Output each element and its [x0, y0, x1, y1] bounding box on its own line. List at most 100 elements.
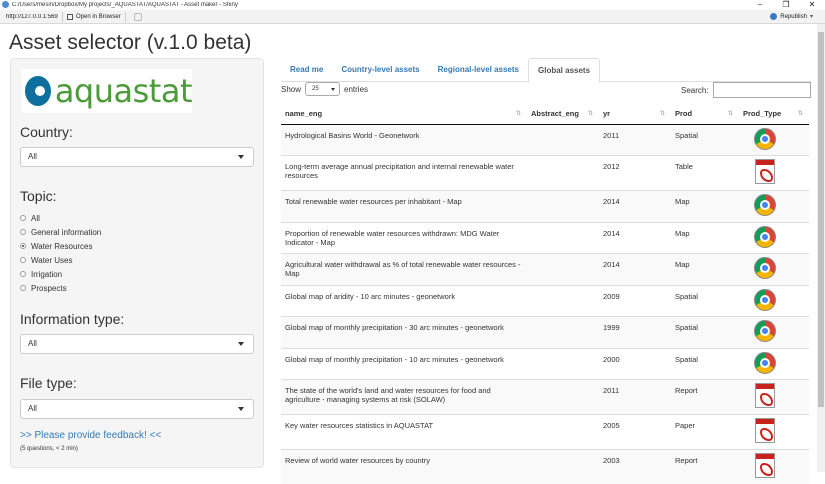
cell-abstract-eng	[527, 221, 599, 253]
table-row[interactable]: Long-term average annual precipitation a…	[281, 154, 809, 190]
republish-button[interactable]: Republish ▾	[770, 13, 813, 20]
radio-icon	[20, 271, 26, 277]
pdf-icon[interactable]	[755, 452, 775, 478]
file-type-select-value: All	[28, 404, 37, 413]
table-row[interactable]: Key water resources statistics in AQUAST…	[281, 413, 809, 449]
radio-label: All	[31, 213, 40, 223]
pdf-icon[interactable]	[755, 382, 775, 408]
page-length-control: Show 25 entries	[281, 82, 368, 96]
table-row[interactable]: Proportion of renewable water resources …	[281, 221, 809, 253]
search-input[interactable]	[712, 82, 811, 98]
topic-radio-general-information[interactable]: General information	[20, 225, 101, 239]
table-row[interactable]: Total renewable water resources per inha…	[281, 189, 809, 222]
column-header-prod[interactable]: Prod ⇅	[671, 104, 739, 125]
global-assets-table: name_eng ⇅ Abstract_eng ⇅ yr ⇅ Prod ⇅ Prod_T…	[281, 104, 809, 484]
file-type-label: File type:	[20, 375, 77, 391]
minimize-button[interactable]: –	[747, 0, 773, 9]
table-header-row: name_eng ⇅ Abstract_eng ⇅ yr ⇅ Prod ⇅ Prod_T…	[281, 104, 809, 125]
tab-regional-level-assets[interactable]: Regional-level assets	[429, 58, 528, 81]
radio-label: Water Uses	[31, 255, 73, 265]
logo-text: aquastat	[54, 72, 193, 110]
table-row[interactable]: Global map of monthly precipitation - 30…	[281, 315, 809, 348]
cell-yr: 2014	[599, 189, 671, 222]
tab-country-level-assets[interactable]: Country-level assets	[332, 58, 428, 81]
chrome-icon[interactable]	[754, 193, 776, 216]
chrome-icon[interactable]	[754, 319, 776, 342]
cell-prod: Paper	[671, 413, 739, 449]
pdf-icon[interactable]	[755, 158, 775, 184]
sort-icon: ⇅	[515, 111, 521, 117]
refresh-icon[interactable]	[133, 12, 142, 21]
cell-name-eng: Proportion of renewable water resources …	[281, 221, 527, 253]
cell-prod: Spatial	[671, 284, 739, 316]
cell-prod: Table	[671, 154, 739, 190]
show-label: Show	[281, 84, 302, 94]
caret-down-icon	[238, 407, 244, 411]
column-header-abstract-eng[interactable]: Abstract_eng ⇅	[527, 104, 599, 125]
url-label: http://127.0.0.1:5691	[6, 13, 58, 20]
table-search: Search:	[681, 82, 811, 98]
tab-read-me[interactable]: Read me	[281, 58, 332, 81]
information-type-select[interactable]: All	[20, 334, 254, 354]
rstudio-icon	[2, 1, 9, 8]
topic-radio-water-resources[interactable]: Water Resources	[20, 239, 101, 253]
country-select-value: All	[28, 152, 37, 161]
tab-global-assets[interactable]: Global assets	[528, 58, 601, 83]
pdf-icon[interactable]	[755, 417, 775, 443]
toolbar-divider	[124, 11, 126, 22]
feedback-link[interactable]: >> Please provide feedback! <<	[20, 430, 161, 441]
cell-yr: 2000	[599, 347, 671, 379]
sidebar-panel: aquastat Country: All Topic: All General…	[10, 58, 264, 468]
table-row[interactable]: Review of world water resources by count…	[281, 448, 809, 484]
republish-icon	[770, 13, 778, 20]
column-header-yr[interactable]: yr ⇅	[599, 104, 671, 125]
page-length-value: 25	[312, 86, 319, 92]
sort-icon: ⇅	[659, 111, 665, 117]
table-row[interactable]: Global map of monthly precipitation - 10…	[281, 347, 809, 379]
cell-yr: 2012	[599, 154, 671, 190]
cell-prod: Report	[671, 378, 739, 414]
open-in-browser-button[interactable]: Open in Browser	[67, 13, 121, 20]
topic-label: Topic:	[20, 188, 57, 204]
cell-prod: Map	[671, 252, 739, 285]
feedback-note: (5 questions, < 2 min)	[20, 446, 78, 452]
page-length-select[interactable]: 25	[305, 82, 341, 96]
chrome-icon[interactable]	[754, 351, 776, 374]
table-row[interactable]: Global map of aridity - 10 arc minutes -…	[281, 284, 809, 316]
column-header-name-eng[interactable]: name_eng ⇅	[281, 104, 527, 125]
chrome-icon[interactable]	[754, 225, 776, 248]
open-external-icon	[67, 13, 73, 20]
topic-radio-irrigation[interactable]: Irrigation	[20, 267, 101, 281]
table-row[interactable]: Hydrological Basins World - Geonetwork 20…	[281, 123, 809, 155]
radio-label: General information	[31, 227, 102, 237]
cell-prod: Spatial	[671, 315, 739, 348]
cell-prod: Map	[671, 221, 739, 253]
file-type-select[interactable]: All	[20, 399, 254, 419]
viewer-scrollbar[interactable]	[817, 24, 825, 472]
close-button[interactable]: ✕	[799, 0, 825, 9]
scrollbar-thumb[interactable]	[818, 32, 824, 407]
table-row[interactable]: The state of the world's land and water …	[281, 378, 809, 414]
cell-name-eng: Agricultural water withdrawal as % of to…	[281, 252, 527, 285]
chrome-icon[interactable]	[754, 127, 776, 150]
column-header-prod-type[interactable]: Prod_Type ⇅	[739, 104, 809, 125]
radio-icon	[20, 257, 26, 263]
cell-name-eng: Hydrological Basins World - Geonetwork	[281, 123, 527, 155]
cell-prod-type	[739, 284, 809, 316]
chrome-icon[interactable]	[754, 288, 776, 311]
cell-abstract-eng	[527, 347, 599, 379]
table-row[interactable]: Agricultural water withdrawal as % of to…	[281, 252, 809, 285]
cell-abstract-eng	[527, 252, 599, 285]
chrome-icon[interactable]	[754, 256, 776, 279]
maximize-button[interactable]: ❐	[773, 0, 799, 9]
information-type-label: Information type:	[20, 311, 125, 327]
cell-prod-type	[739, 413, 809, 449]
cell-prod-type	[739, 154, 809, 190]
topic-radio-prospects[interactable]: Prospects	[20, 281, 101, 295]
country-select[interactable]: All	[20, 147, 254, 167]
topic-radio-all[interactable]: All	[20, 211, 101, 225]
topic-radio-water-uses[interactable]: Water Uses	[20, 253, 101, 267]
viewer-toolbar: http://127.0.0.1:5691 Open in Browser Re…	[0, 10, 825, 24]
cell-abstract-eng	[527, 448, 599, 484]
country-label: Country:	[20, 124, 73, 140]
